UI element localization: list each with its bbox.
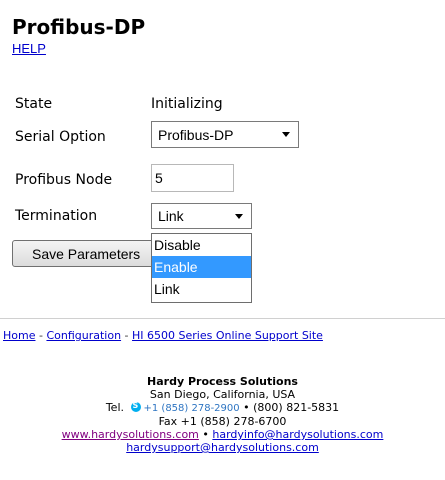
home-link[interactable]: Home bbox=[3, 329, 35, 342]
support-email-line: hardysupport@hardysolutions.com bbox=[0, 441, 445, 454]
skype-phone-link[interactable]: +1 (858) 278-2900 bbox=[144, 403, 240, 414]
profibus-node-input[interactable]: 5 bbox=[151, 164, 234, 192]
support-site-link[interactable]: HI 6500 Series Online Support Site bbox=[132, 329, 323, 342]
phone-line: Tel. +1 (858) 278-2900 • (800) 821-5831 bbox=[0, 401, 445, 414]
save-parameters-button[interactable]: Save Parameters bbox=[12, 240, 162, 267]
serial-option-select[interactable]: Profibus-DP bbox=[151, 121, 299, 148]
skype-icon[interactable] bbox=[130, 401, 141, 412]
state-label: State bbox=[15, 96, 53, 112]
serial-option-value: Profibus-DP bbox=[158, 126, 234, 143]
page-title: Profibus-DP bbox=[12, 15, 146, 39]
termination-option-enable[interactable]: Enable bbox=[152, 256, 251, 278]
fax-line: Fax +1 (858) 278-6700 bbox=[158, 415, 287, 428]
profibus-node-label: Profibus Node bbox=[15, 172, 113, 188]
support-email-link[interactable]: hardysupport@hardysolutions.com bbox=[126, 441, 319, 454]
footer-separator: - bbox=[35, 329, 47, 342]
serial-option-label: Serial Option bbox=[15, 129, 106, 145]
save-parameters-label: Save Parameters bbox=[32, 245, 141, 262]
termination-option-disable[interactable]: Disable bbox=[152, 234, 251, 256]
bullet-separator: • bbox=[198, 428, 213, 441]
termination-select[interactable]: Link bbox=[151, 203, 252, 229]
web-line: www.hardysolutions.com • hardyinfo@hardy… bbox=[0, 428, 445, 441]
website-link[interactable]: www.hardysolutions.com bbox=[62, 428, 199, 441]
termination-label: Termination bbox=[15, 208, 98, 224]
footer-nav: Home - Configuration - HI 6500 Series On… bbox=[3, 329, 323, 342]
state-value: Initializing bbox=[151, 96, 223, 112]
divider bbox=[0, 318, 445, 319]
company-location: San Diego, California, USA bbox=[149, 388, 296, 401]
tel-number: • (800) 821-5831 bbox=[239, 401, 340, 414]
info-email-link[interactable]: hardyinfo@hardysolutions.com bbox=[212, 428, 383, 441]
footer-separator: - bbox=[121, 329, 133, 342]
termination-option-link[interactable]: Link bbox=[152, 278, 251, 300]
company-name: Hardy Process Solutions bbox=[147, 375, 298, 388]
chevron-down-icon bbox=[282, 132, 290, 137]
configuration-link[interactable]: Configuration bbox=[46, 329, 121, 342]
tel-label: Tel. bbox=[105, 401, 124, 414]
help-link[interactable]: HELP bbox=[12, 41, 46, 56]
termination-dropdown-list: Disable Enable Link bbox=[151, 233, 252, 303]
chevron-down-icon bbox=[235, 214, 243, 219]
profibus-node-value: 5 bbox=[155, 170, 163, 186]
termination-value: Link bbox=[158, 208, 184, 224]
